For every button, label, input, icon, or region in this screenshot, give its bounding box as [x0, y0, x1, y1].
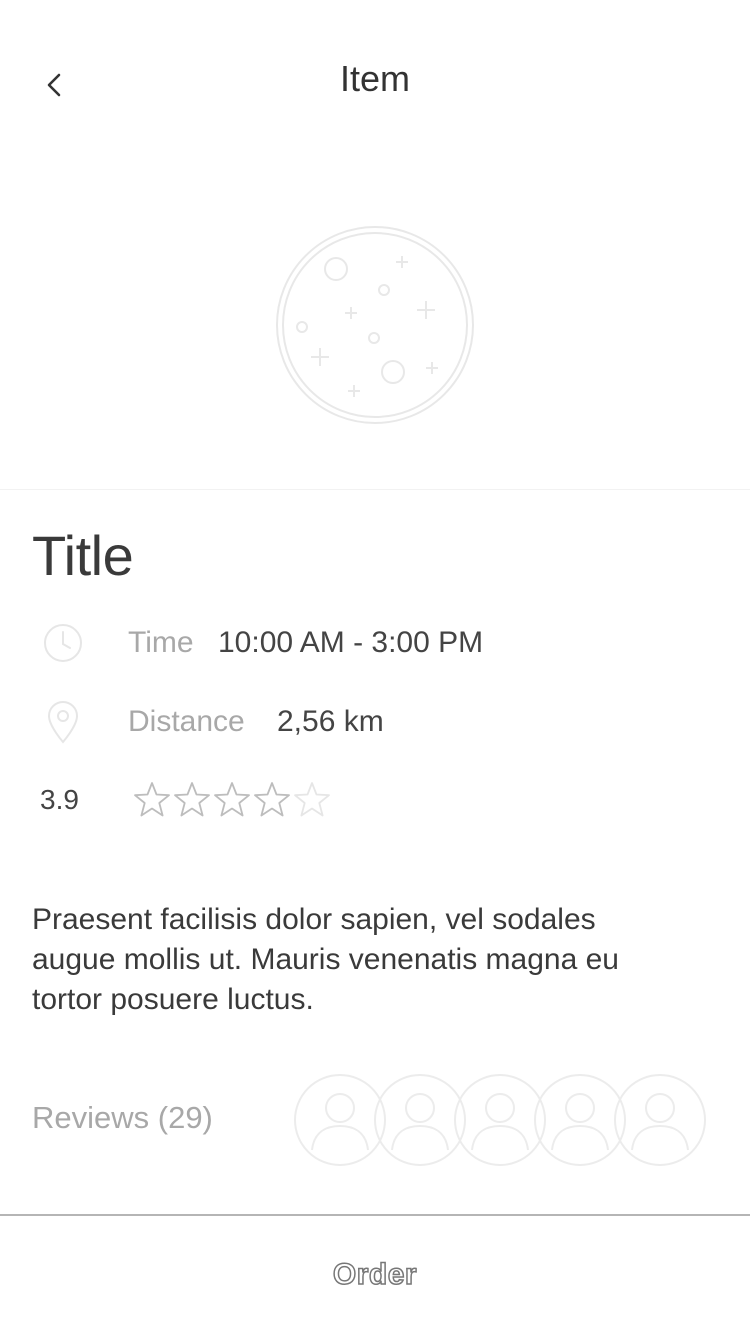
item-title: Title: [32, 524, 134, 587]
time-value: 10:00 AM - 3:00 PM: [218, 626, 484, 659]
order-button[interactable]: Order: [0, 1216, 750, 1334]
rating-value: 3.9: [40, 784, 79, 815]
order-label: Order: [332, 1257, 418, 1292]
star-filled-icon: [214, 782, 250, 817]
star-filled-icon: [174, 782, 210, 817]
item-image: [0, 160, 750, 490]
star-filled-icon: [134, 782, 170, 817]
star-rating: [132, 780, 332, 820]
avatar-icon: [614, 1074, 706, 1166]
star-empty-icon: [294, 782, 330, 817]
reviews-link[interactable]: Reviews (29): [32, 1100, 213, 1136]
distance-value: 2,56 km: [277, 705, 384, 738]
distance-label: Distance: [128, 705, 245, 738]
item-description: Praesent facilisis dolor sapien, vel sod…: [32, 903, 619, 1016]
location-pin-icon: [40, 699, 86, 745]
rating-row: 3.9: [40, 780, 330, 820]
time-label: Time: [128, 626, 194, 659]
page-title: Item: [339, 58, 410, 99]
hero-divider: [0, 489, 750, 490]
nav-bar: Item: [0, 0, 750, 160]
star-filled-icon: [254, 782, 290, 817]
reviewer-avatars: [292, 1072, 712, 1172]
clock-icon: [40, 620, 86, 666]
pizza-icon: [276, 226, 474, 424]
